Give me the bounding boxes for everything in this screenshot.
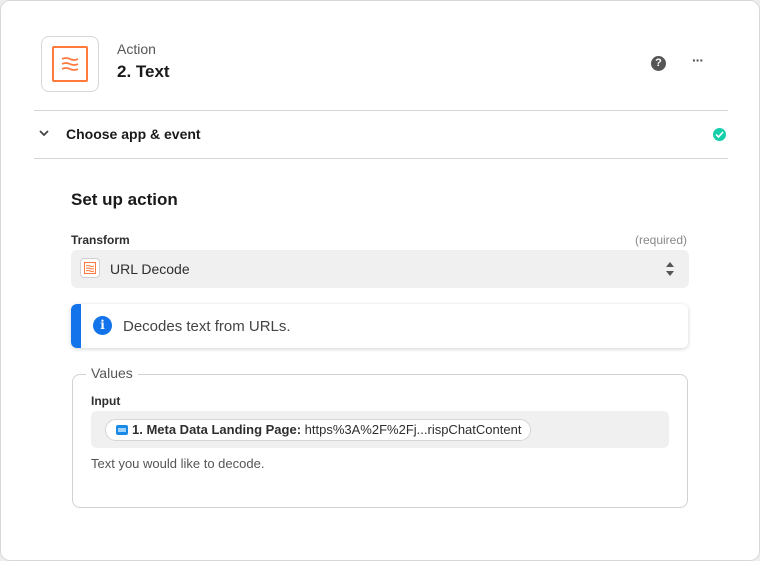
webhook-app-icon <box>116 425 128 435</box>
required-indicator: (required) <box>635 233 688 247</box>
choose-app-event-section[interactable]: Choose app & event <box>34 112 728 158</box>
text-app-icon <box>80 258 100 278</box>
divider <box>34 158 728 159</box>
pill-value: https%3A%2F%2Fj...rispChatContent <box>301 422 522 437</box>
pill-key: 1. Meta Data Landing Page: <box>132 422 302 437</box>
more-horizontal-icon[interactable]: ··· <box>692 53 708 69</box>
transform-label: Transform <box>71 233 130 247</box>
transform-select[interactable]: URL Decode <box>71 250 689 288</box>
info-banner: i Decodes text from URLs. <box>71 304 688 348</box>
chevron-down-icon[interactable] <box>38 126 50 144</box>
input-help-text: Text you would like to decode. <box>91 456 265 471</box>
input-label: Input <box>91 394 121 408</box>
question-icon[interactable]: ? <box>651 56 666 71</box>
input-field[interactable]: 1. Meta Data Landing Page: https%3A%2F%2… <box>91 411 669 448</box>
section-title: Choose app & event <box>66 126 201 142</box>
data-pill[interactable]: 1. Meta Data Landing Page: https%3A%2F%2… <box>105 419 532 441</box>
values-legend: Values <box>86 365 138 381</box>
info-text: Decodes text from URLs. <box>123 318 291 335</box>
sort-arrows-icon <box>665 261 675 282</box>
step-title[interactable]: 2. Text <box>117 62 170 82</box>
divider <box>34 110 728 111</box>
step-card: Action 2. Text ? ··· Choose app & event … <box>0 0 760 561</box>
info-icon: i <box>93 316 112 335</box>
check-circle-icon <box>713 128 726 141</box>
step-kind: Action <box>117 41 156 57</box>
text-app-icon <box>41 36 99 92</box>
info-accent-bar <box>71 304 81 348</box>
transform-value: URL Decode <box>110 261 190 277</box>
setup-title: Set up action <box>71 190 178 209</box>
